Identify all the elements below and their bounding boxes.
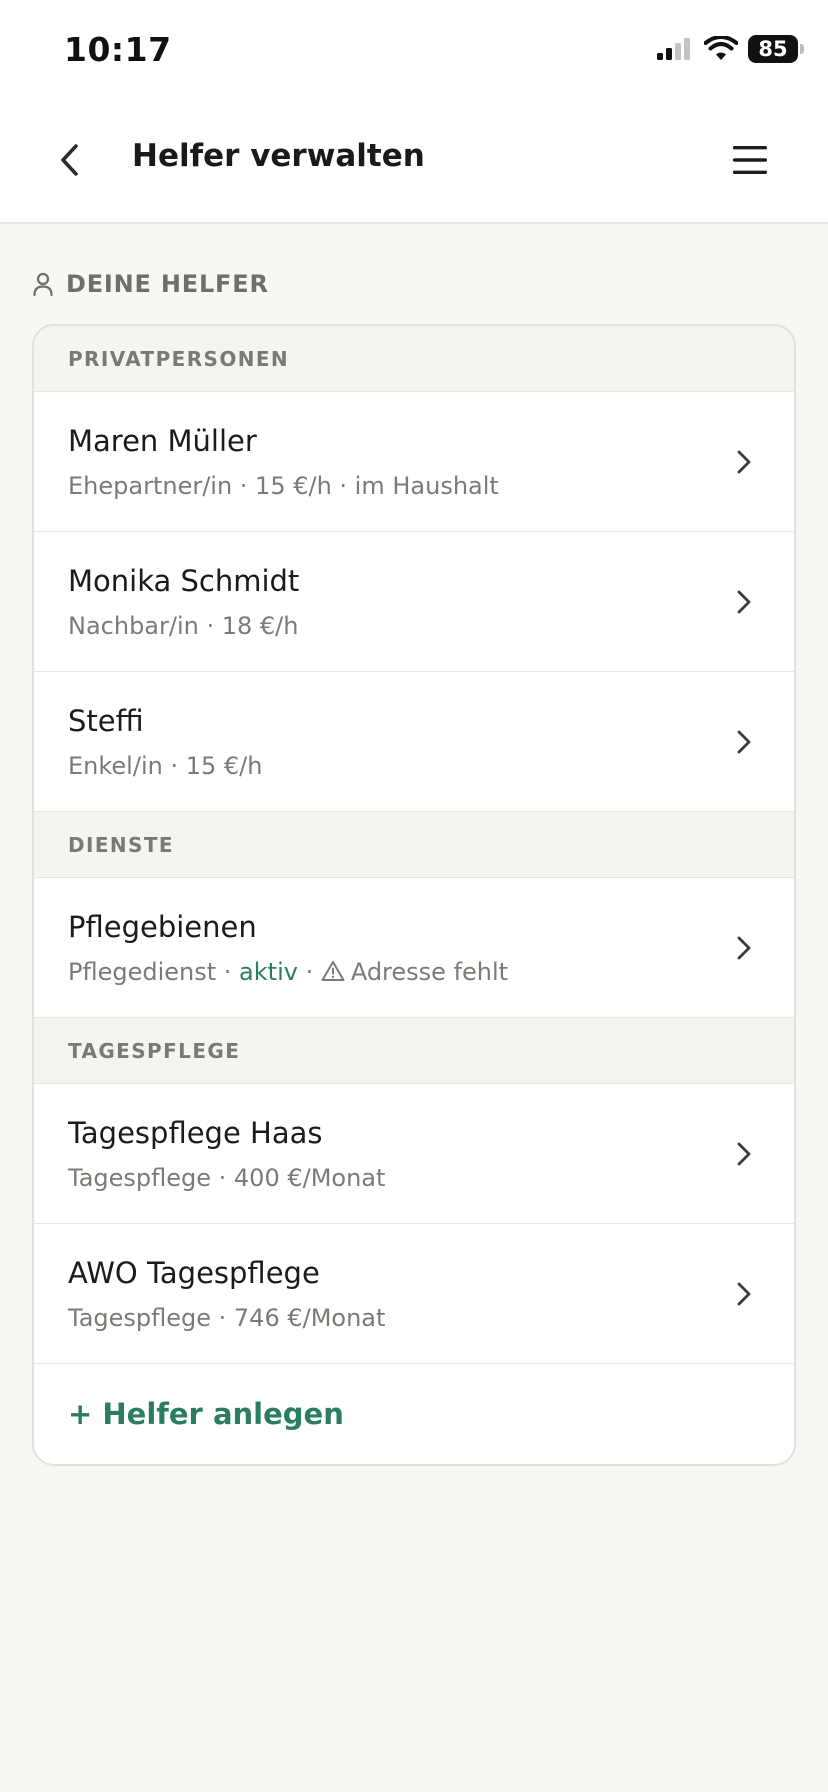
navigation-bar: Helfer verwalten <box>0 110 828 210</box>
chevron-right-icon <box>732 444 756 480</box>
helper-type: Pflegedienst · <box>68 958 240 986</box>
chevron-right-icon <box>732 1136 756 1172</box>
status-bar: 10:17 85 <box>0 0 828 100</box>
group-header-dienste: DIENSTE <box>34 812 794 878</box>
separator: · <box>297 958 321 986</box>
menu-button[interactable] <box>722 134 778 186</box>
back-button[interactable] <box>46 130 94 190</box>
wifi-icon <box>704 36 738 60</box>
warning-icon <box>321 961 345 981</box>
person-icon <box>33 272 53 297</box>
page-title: Helfer verwalten <box>132 138 425 174</box>
chevron-right-icon <box>732 584 756 620</box>
helper-details: Tagespflege · 746 €/Monat <box>68 1304 386 1332</box>
warning-text: Adresse fehlt <box>350 958 509 986</box>
signal-icon <box>657 38 690 60</box>
helper-list-card: PRIVATPERSONEN Maren Müller Ehepartner/i… <box>32 324 796 1466</box>
top-area: 10:17 85 Helfer verwalten <box>0 0 828 224</box>
helper-name: Pflegebienen <box>68 910 257 944</box>
status-active: aktiv <box>239 958 298 986</box>
helper-row-awo-tagespflege[interactable]: AWO Tagespflege Tagespflege · 746 €/Mona… <box>34 1224 794 1364</box>
group-header-privatpersonen: PRIVATPERSONEN <box>34 326 794 392</box>
helper-name: AWO Tagespflege <box>68 1256 320 1290</box>
helper-name: Maren Müller <box>68 424 257 458</box>
helper-details: Tagespflege · 400 €/Monat <box>68 1164 386 1192</box>
battery-level: 85 <box>758 37 788 61</box>
helper-row-maren-mueller[interactable]: Maren Müller Ehepartner/in · 15 €/h · im… <box>34 392 794 532</box>
chevron-right-icon <box>732 1276 756 1312</box>
status-icons: 85 <box>656 34 804 64</box>
hamburger-menu-icon <box>733 146 767 174</box>
helper-name: Tagespflege Haas <box>68 1116 323 1150</box>
helper-details: Nachbar/in · 18 €/h <box>68 612 299 640</box>
chevron-right-icon <box>732 724 756 760</box>
section-label: DEINE HELFER <box>66 270 269 298</box>
helper-name: Steffi <box>68 704 144 738</box>
battery-tip <box>800 44 804 54</box>
add-helper-button[interactable]: + Helfer anlegen <box>34 1364 794 1464</box>
battery-indicator: 85 <box>748 35 804 63</box>
chevron-right-icon <box>732 930 756 966</box>
helper-row-pflegebienen[interactable]: Pflegebienen Pflegedienst · aktiv · Adre… <box>34 878 794 1018</box>
helper-details: Enkel/in · 15 €/h <box>68 752 263 780</box>
group-header-tagespflege: TAGESPFLEGE <box>34 1018 794 1084</box>
chevron-left-icon <box>61 144 78 176</box>
helper-row-monika-schmidt[interactable]: Monika Schmidt Nachbar/in · 18 €/h <box>34 532 794 672</box>
status-time: 10:17 <box>64 30 172 69</box>
section-header: DEINE HELFER <box>32 268 269 300</box>
helper-row-steffi[interactable]: Steffi Enkel/in · 15 €/h <box>34 672 794 812</box>
helper-row-tagespflege-haas[interactable]: Tagespflege Haas Tagespflege · 400 €/Mon… <box>34 1084 794 1224</box>
helper-details: Pflegedienst · aktiv · Adresse fehlt <box>68 958 508 986</box>
helper-name: Monika Schmidt <box>68 564 300 598</box>
helper-details: Ehepartner/in · 15 €/h · im Haushalt <box>68 472 499 500</box>
